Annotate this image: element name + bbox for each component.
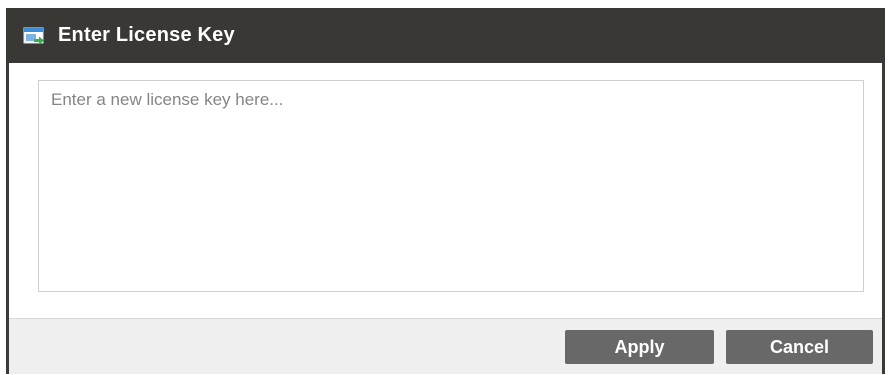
dialog-titlebar: Enter License Key (6, 8, 885, 63)
dialog-title: Enter License Key (58, 24, 235, 46)
license-key-input[interactable] (38, 80, 864, 292)
license-dialog: Enter License Key Apply Cancel (6, 8, 885, 374)
apply-button[interactable]: Apply (565, 330, 714, 364)
cancel-button[interactable]: Cancel (726, 330, 873, 364)
dialog-body (9, 63, 882, 318)
dialog-footer: Apply Cancel (9, 318, 882, 374)
license-window-icon (23, 25, 45, 47)
